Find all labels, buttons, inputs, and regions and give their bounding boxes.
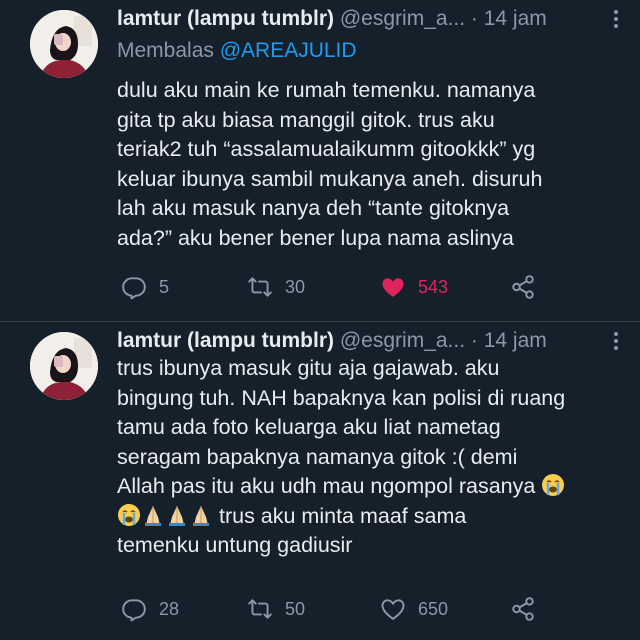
tweet-2[interactable]: lamtur (lampu tumblr) @esgrim_a... · 14 … xyxy=(0,322,640,640)
tweet-text-line: gita tp aku biasa manggil gitok. trus ak… xyxy=(117,107,495,132)
heart-icon xyxy=(381,599,405,620)
tweet-text-line: trus aku minta maaf sama xyxy=(117,502,617,532)
tweet-text: trus ibunya masuk gitu aja gajawab. aku … xyxy=(117,354,617,561)
tweet-header: lamtur (lampu tumblr) @esgrim_a... · 14 … xyxy=(117,328,622,354)
tweet-text-line: ada?” aku bener bener lupa nama aslinya xyxy=(117,225,514,250)
tweet-header: lamtur (lampu tumblr) @esgrim_a... · 14 … xyxy=(117,6,622,32)
like-count: 650 xyxy=(418,598,449,619)
heart-icon xyxy=(382,278,404,297)
replying-to-label: Membalas xyxy=(117,39,220,62)
reply-count: 5 xyxy=(159,276,170,297)
tweet-text-line: keluar ibunya sambil mukanya aneh. disur… xyxy=(117,166,543,191)
retweet-button[interactable]: 50 xyxy=(247,594,305,624)
user-handle[interactable]: @esgrim_a... xyxy=(340,7,465,30)
mention-link[interactable]: @AREAJULID xyxy=(220,39,357,62)
retweet-count: 30 xyxy=(285,276,306,297)
user-handle[interactable]: @esgrim_a... xyxy=(340,329,465,352)
tweet-text-segment: trus aku minta maaf sama xyxy=(218,503,467,528)
reply-button[interactable]: 28 xyxy=(121,594,179,624)
folded-hands-icon xyxy=(141,503,165,527)
retweet-button[interactable]: 30 xyxy=(247,272,305,302)
display-name[interactable]: lamtur (lampu tumblr) xyxy=(117,329,334,352)
tweet-text-segment: Allah pas itu aku udh mau ngompol rasany… xyxy=(117,474,536,498)
more-icon[interactable] xyxy=(610,8,622,30)
tweet-text-line: lah aku masuk nanya deh “tante gitoknya xyxy=(117,196,510,220)
timeline: lamtur (lampu tumblr) @esgrim_a... · 14 … xyxy=(0,0,640,640)
tweet-text-line: trus ibunya masuk gitu aja gajawab. aku xyxy=(117,356,500,380)
tweet-text: dulu aku main ke rumah temenku. namanya … xyxy=(117,76,617,253)
more-icon[interactable] xyxy=(610,330,622,352)
like-button[interactable]: 650 xyxy=(380,594,448,624)
tweet-text-line: temenku untung gadiusir xyxy=(117,533,353,557)
avatar[interactable] xyxy=(30,332,98,400)
tweet-text-line: tamu ada foto keluarga aku liat nametag xyxy=(117,415,501,439)
tweet-text-line: Allah pas itu aku udh mau ngompol rasany… xyxy=(117,472,617,502)
retweet-icon xyxy=(248,277,272,297)
timestamp[interactable]: · 14 jam xyxy=(471,329,547,352)
share-button[interactable] xyxy=(510,272,536,302)
replying-to: Membalas @AREAJULID xyxy=(117,38,357,64)
retweet-icon xyxy=(248,599,272,619)
folded-hands-icon xyxy=(165,503,189,527)
loudly-crying-face-icon xyxy=(541,473,565,497)
retweet-count: 50 xyxy=(285,598,306,619)
reply-button[interactable]: 5 xyxy=(121,272,169,302)
avatar[interactable] xyxy=(30,10,98,78)
reply-icon xyxy=(122,277,146,300)
action-bar: 5 30 543 xyxy=(117,272,587,302)
share-icon xyxy=(512,597,534,621)
share-icon xyxy=(512,275,534,299)
tweet-text-line: dulu aku main ke rumah temenku. namanya xyxy=(117,78,536,102)
reply-count: 28 xyxy=(159,598,180,619)
tweet-text-line: teriak2 tuh “assalamualaikumm gitookkk” … xyxy=(117,137,536,161)
folded-hands-icon xyxy=(189,503,213,527)
tweet-text-line: seragam bapaknya namanya gitok :( demi xyxy=(117,444,518,469)
reply-icon xyxy=(122,599,146,622)
tweet-1[interactable]: lamtur (lampu tumblr) @esgrim_a... · 14 … xyxy=(0,0,640,322)
loudly-crying-face-icon xyxy=(117,503,141,527)
like-count: 543 xyxy=(418,276,449,297)
action-bar: 28 50 650 xyxy=(117,594,587,624)
display-name[interactable]: lamtur (lampu tumblr) xyxy=(117,7,334,30)
tweet-text-line: bingung tuh. NAH bapaknya kan polisi di … xyxy=(117,385,566,410)
timestamp[interactable]: · 14 jam xyxy=(471,7,547,30)
share-button[interactable] xyxy=(510,594,536,624)
like-button[interactable]: 543 xyxy=(380,272,448,302)
